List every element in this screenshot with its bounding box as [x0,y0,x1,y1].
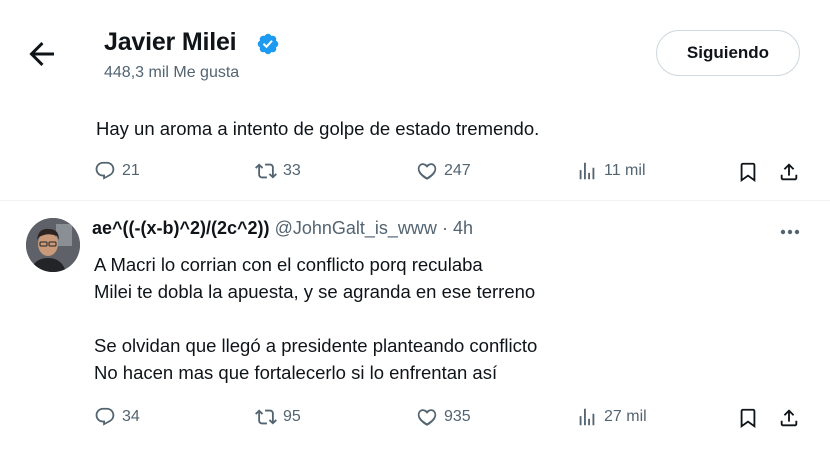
reply-time[interactable]: 4h [453,218,473,238]
views-count: 27 mil [604,408,647,425]
reply-button[interactable]: 34 [94,406,140,428]
share-button[interactable] [776,405,802,431]
retweet-icon [255,409,277,425]
reply-header: ae^((-(x-b)^2)/(2c^2)) @JohnGalt_is_www … [92,218,473,239]
reply-author-handle[interactable]: @JohnGalt_is_www [275,218,437,238]
reply-count: 21 [122,162,140,179]
main-tweet-text: Hay un aroma a intento de golpe de estad… [96,118,540,139]
reply-text: A Macri lo corrian con el conflicto porq… [94,251,537,386]
like-button[interactable]: 935 [416,406,471,428]
back-button[interactable] [24,36,60,72]
retweet-count: 33 [283,162,301,179]
more-options-button[interactable] [776,222,804,242]
reply-author-name[interactable]: ae^((-(x-b)^2)/(2c^2)) [92,218,270,238]
profile-name[interactable]: Javier Milei [104,28,237,57]
profile-likes-count: 448,3 mil Me gusta [104,64,240,81]
share-icon [780,163,798,181]
reply-text-line: A Macri lo corrian con el conflicto porq… [94,254,483,275]
like-count: 935 [444,408,471,425]
views-button[interactable]: 27 mil [576,406,647,428]
bookmark-icon [740,162,756,183]
bookmark-button[interactable] [735,405,761,431]
reply-text-line [94,305,537,332]
retweet-icon [255,163,277,179]
retweet-count: 95 [283,408,301,425]
views-count: 11 mil [604,162,646,179]
like-count: 247 [444,162,471,179]
avatar[interactable] [26,218,80,272]
reply-text-line: Milei te dobla la apuesta, y se agranda … [94,281,536,302]
reply-text-line: Se olvidan que llegó a presidente plante… [94,335,538,356]
meta-separator: · [441,218,448,238]
like-button[interactable]: 247 [416,160,471,182]
verified-badge-icon [256,32,280,56]
views-icon [579,162,595,180]
like-icon [417,409,437,426]
more-icon [780,229,800,235]
retweet-button[interactable]: 33 [255,160,301,182]
reply-count: 34 [122,408,140,425]
views-button[interactable]: 11 mil [576,160,646,182]
bookmark-icon [740,408,756,429]
share-icon [780,409,798,427]
share-button[interactable] [776,159,802,185]
retweet-button[interactable]: 95 [255,406,301,428]
avatar-image [26,218,80,272]
back-arrow-icon [29,42,54,66]
reply-icon [95,407,115,426]
reply-icon [95,161,115,180]
like-icon [417,163,437,180]
bookmark-button[interactable] [735,159,761,185]
views-icon [579,408,595,426]
divider [0,200,830,201]
following-button[interactable]: Siguiendo [656,30,800,76]
reply-text-line: No hacen mas que fortalecerlo si lo enfr… [94,362,498,383]
reply-button[interactable]: 21 [94,160,140,182]
